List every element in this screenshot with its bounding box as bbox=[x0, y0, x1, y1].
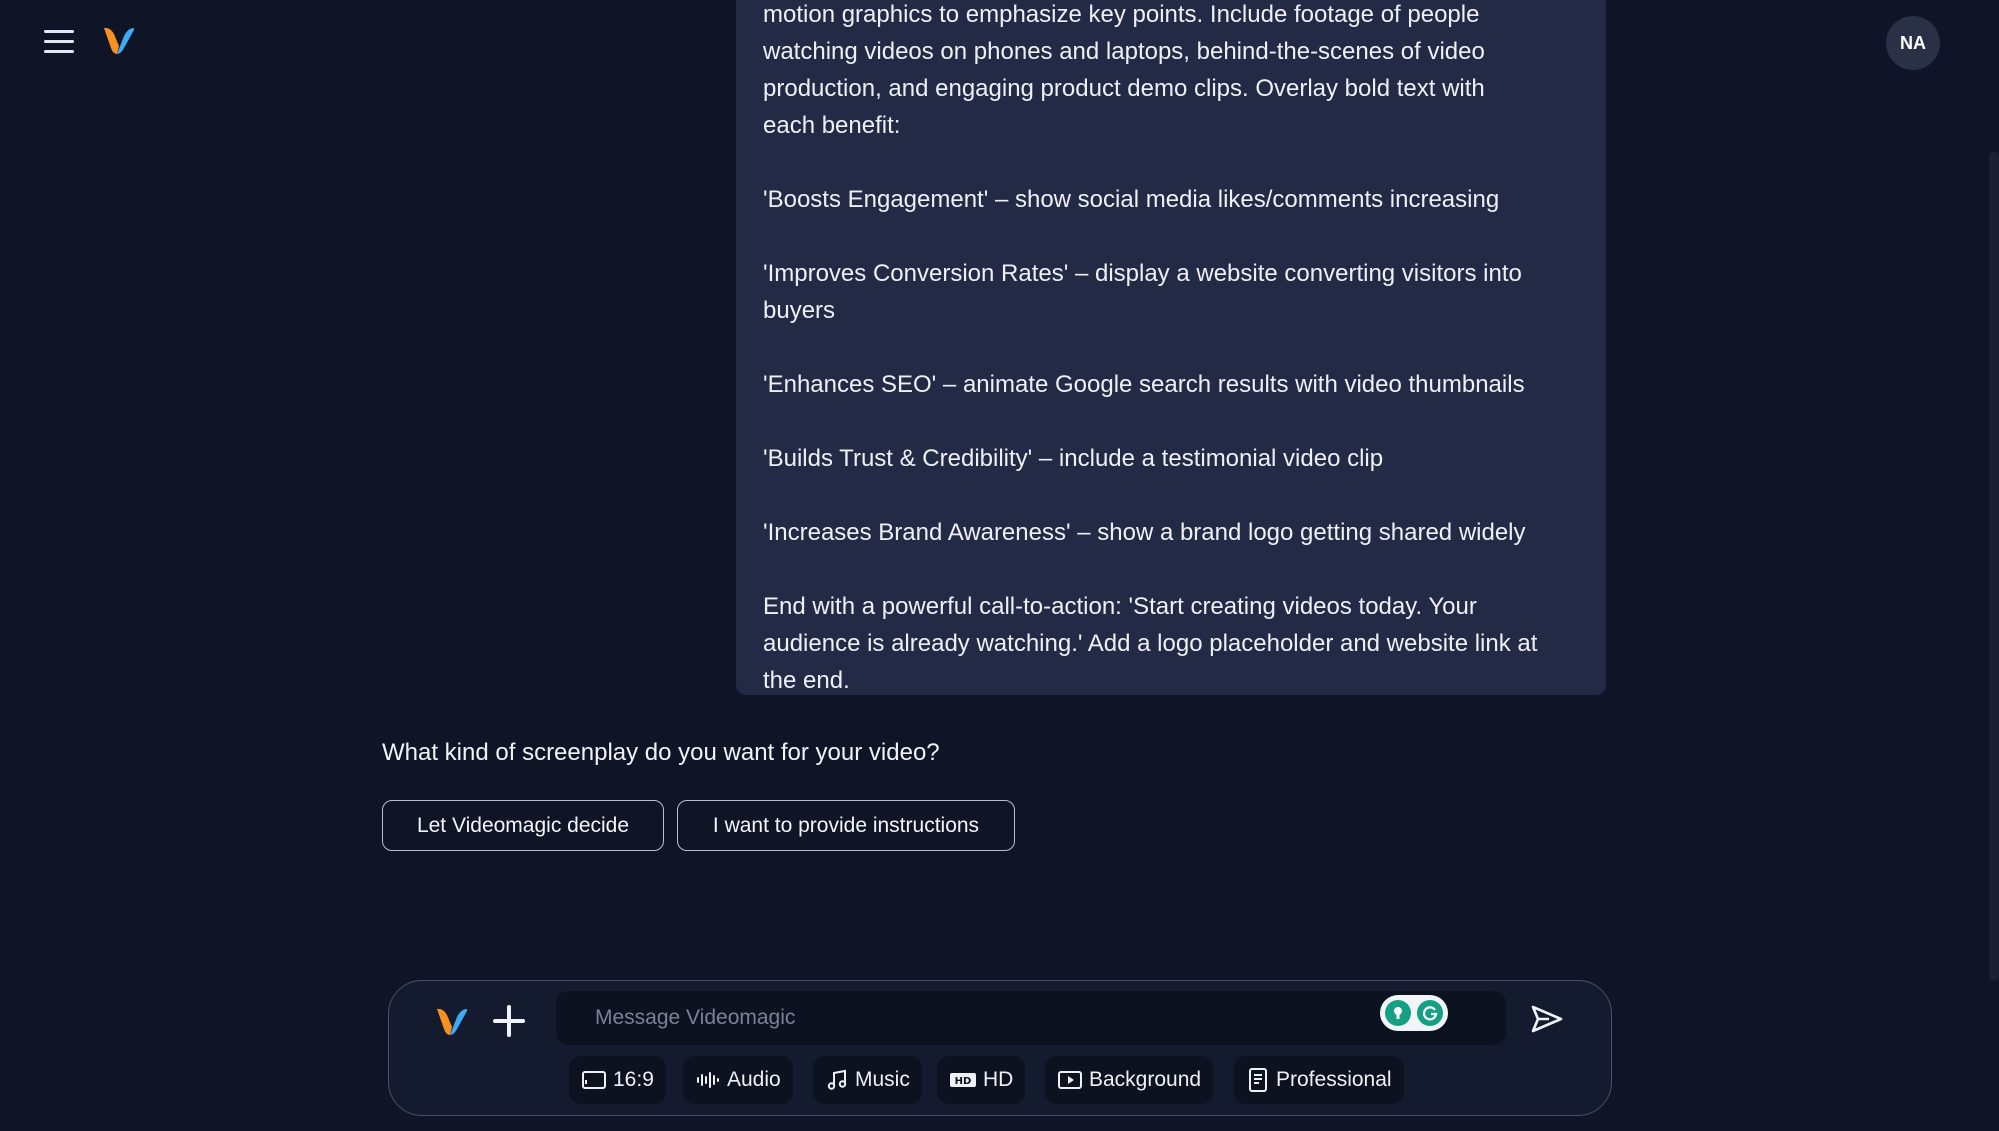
prompt-spacer bbox=[763, 218, 1580, 255]
menu-icon[interactable] bbox=[44, 30, 74, 54]
send-icon[interactable] bbox=[1527, 999, 1567, 1039]
music-label: Music bbox=[855, 1068, 910, 1091]
hd-option[interactable]: HD HD bbox=[937, 1056, 1026, 1104]
prompt-line: watching videos on phones and laptops, b… bbox=[763, 38, 1485, 65]
music-option[interactable]: Music bbox=[813, 1056, 922, 1104]
prompt-line: production, and engaging product demo cl… bbox=[763, 75, 1485, 102]
scrollbar[interactable] bbox=[1987, 0, 1999, 1131]
hd-label: HD bbox=[983, 1068, 1014, 1091]
prompt-line: 'Boosts Engagement' – show social media … bbox=[763, 186, 1500, 213]
grammarly-g-icon bbox=[1416, 1000, 1443, 1026]
svg-text:HD: HD bbox=[955, 1076, 972, 1087]
prompt-spacer bbox=[763, 329, 1580, 366]
audio-waveform-icon bbox=[697, 1072, 719, 1088]
grammarly-widget[interactable] bbox=[1380, 995, 1448, 1031]
app-root: NA motion graphics to emphasize key poin… bbox=[0, 0, 1999, 1131]
aspect-ratio-option[interactable]: 16:9 bbox=[569, 1056, 666, 1104]
prompt-text: motion graphics to emphasize key points.… bbox=[763, 0, 1580, 695]
audio-option[interactable]: Audio bbox=[683, 1056, 793, 1104]
prompt-line: audience is already watching.' Add a log… bbox=[763, 630, 1538, 657]
background-option[interactable]: Background bbox=[1045, 1056, 1214, 1104]
prompt-line: each benefit: bbox=[763, 112, 901, 139]
let-videomagic-decide-button[interactable]: Let Videomagic decide bbox=[382, 800, 664, 851]
grammarly-assist-icon bbox=[1385, 1000, 1412, 1026]
audio-label: Audio bbox=[727, 1068, 781, 1091]
scrollbar-thumb[interactable] bbox=[1989, 152, 1999, 980]
prompt-line: 'Improves Conversion Rates' – display a … bbox=[763, 260, 1522, 287]
aspect-ratio-icon bbox=[582, 1071, 606, 1089]
provide-instructions-button[interactable]: I want to provide instructions bbox=[677, 800, 1015, 851]
assistant-question: What kind of screenplay do you want for … bbox=[382, 739, 940, 766]
prompt-line: 'Increases Brand Awareness' – show a bra… bbox=[763, 519, 1526, 546]
user-prompt-bubble: motion graphics to emphasize key points.… bbox=[736, 0, 1606, 695]
professional-label: Professional bbox=[1276, 1068, 1392, 1091]
videomagic-logo bbox=[104, 27, 134, 54]
aspect-ratio-label: 16:9 bbox=[613, 1068, 654, 1091]
videomagic-logo bbox=[437, 1008, 467, 1035]
prompt-line: End with a powerful call-to-action: 'Sta… bbox=[763, 593, 1477, 620]
add-attachment-button[interactable] bbox=[489, 1001, 529, 1041]
prompt-spacer bbox=[763, 477, 1580, 514]
prompt-spacer bbox=[763, 144, 1580, 181]
message-input-wrapper bbox=[556, 991, 1506, 1045]
prompt-spacer bbox=[763, 551, 1580, 588]
message-input[interactable] bbox=[556, 991, 1356, 1045]
hd-icon: HD bbox=[950, 1073, 976, 1087]
composer-options: 16:9 Audio Music HD HD Background Profes… bbox=[389, 1056, 1611, 1106]
video-background-icon bbox=[1058, 1071, 1082, 1089]
prompt-line: motion graphics to emphasize key points.… bbox=[763, 1, 1480, 28]
document-icon bbox=[1249, 1068, 1267, 1092]
music-note-icon bbox=[827, 1069, 847, 1090]
prompt-spacer bbox=[763, 403, 1580, 440]
prompt-line: 'Enhances SEO' – animate Google search r… bbox=[763, 371, 1525, 398]
background-label: Background bbox=[1089, 1068, 1202, 1091]
message-composer: 16:9 Audio Music HD HD Background Profes… bbox=[388, 980, 1612, 1116]
prompt-line: buyers bbox=[763, 297, 836, 324]
user-avatar[interactable]: NA bbox=[1886, 16, 1940, 70]
prompt-line: the end. bbox=[763, 667, 850, 694]
professional-option[interactable]: Professional bbox=[1234, 1056, 1404, 1104]
prompt-line: 'Builds Trust & Credibility' – include a… bbox=[763, 445, 1384, 472]
